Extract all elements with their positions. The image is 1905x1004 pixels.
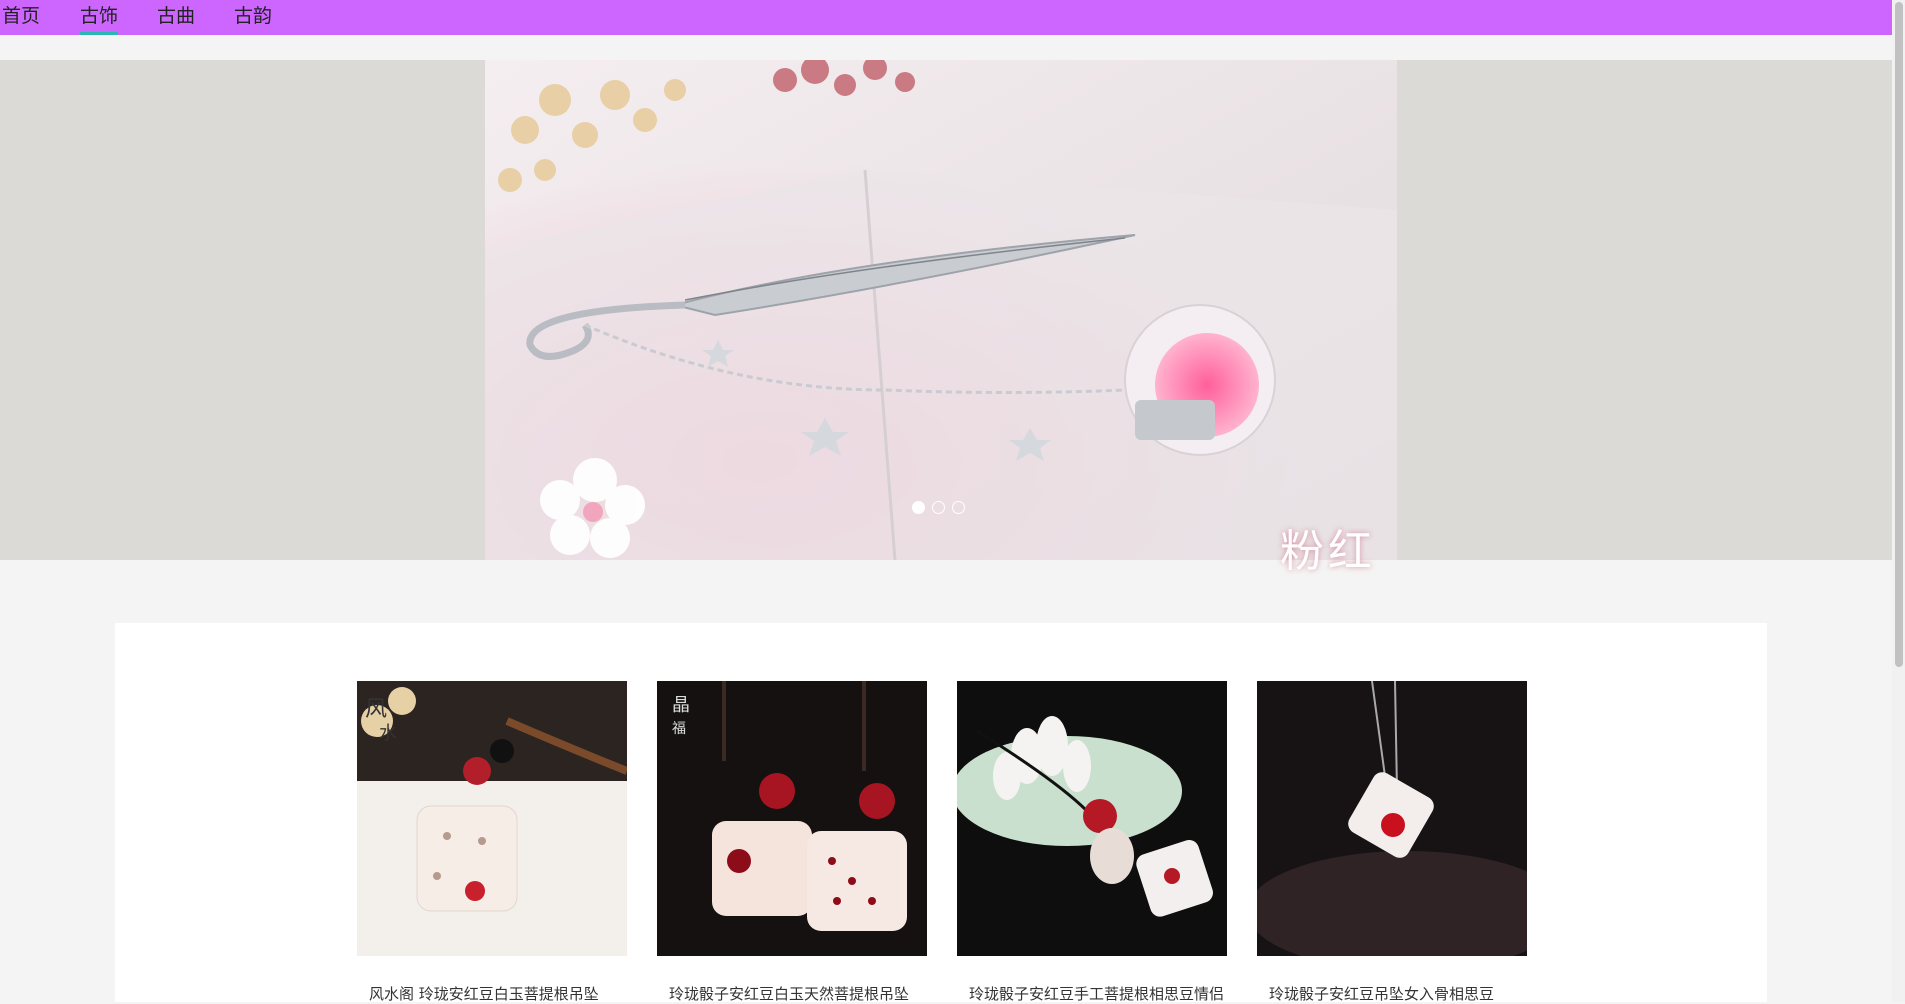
- slide-caption: 粉红: [1280, 526, 1376, 577]
- scrollbar-thumb[interactable]: [1895, 2, 1903, 667]
- nav-item-music[interactable]: 古曲: [157, 0, 195, 35]
- product-image[interactable]: [957, 681, 1227, 956]
- ceramic-flower-pendant-photo: [957, 681, 1227, 956]
- nav-item-charm[interactable]: 古韵: [234, 0, 272, 35]
- svg-text:晶: 晶: [672, 695, 690, 716]
- product-title[interactable]: 玲珑骰子安红豆白玉天然菩提根吊坠: [657, 983, 927, 1004]
- product-card[interactable]: 玲珑骰子安红豆手工菩提根相思豆情侣: [957, 681, 1227, 1004]
- nav-item-ornaments[interactable]: 古饰: [80, 0, 119, 35]
- product-title[interactable]: 玲珑骰子安红豆手工菩提根相思豆情侣: [957, 983, 1227, 1004]
- product-card[interactable]: 风 水 风水阁 玲珑安红豆白玉菩提根吊坠: [357, 681, 627, 1004]
- product-card[interactable]: 玲珑骰子安红豆吊坠女入骨相思豆: [1257, 681, 1527, 1004]
- feather-bookmark-illustration: [485, 60, 1397, 560]
- product-image[interactable]: 晶 福: [657, 681, 927, 956]
- nav-item-label: 古曲: [157, 5, 196, 27]
- svg-text:福: 福: [672, 721, 686, 737]
- product-title[interactable]: 风水阁 玲珑安红豆白玉菩提根吊坠: [357, 983, 627, 1004]
- nav-item-label: 古饰: [80, 5, 119, 27]
- nav-item-label: 首页: [2, 5, 41, 27]
- product-image[interactable]: 风 水: [357, 681, 627, 956]
- nav-item-label: 古韵: [234, 5, 273, 27]
- two-dice-pendants-photo: 晶 福: [657, 681, 927, 956]
- carousel-dot-3[interactable]: [952, 501, 965, 514]
- svg-text:风: 风: [365, 697, 387, 722]
- carousel-dot-2[interactable]: [932, 501, 945, 514]
- chain-dice-pendant-photo: [1257, 681, 1527, 956]
- nav-item-home[interactable]: 首页: [2, 0, 40, 35]
- carousel-dot-1[interactable]: [912, 501, 925, 514]
- vertical-scrollbar[interactable]: [1892, 0, 1905, 1002]
- nav-spacer: [0, 35, 1892, 60]
- dice-pendant-photo: 风 水: [357, 681, 627, 956]
- product-card[interactable]: 晶 福 玲珑骰子安红豆白玉天然菩提根吊坠: [657, 681, 927, 1004]
- svg-text:水: 水: [379, 723, 397, 744]
- banner-slide-image[interactable]: [485, 60, 1397, 560]
- product-image[interactable]: [1257, 681, 1527, 956]
- top-nav: 首页 古饰 古曲 古韵: [0, 0, 1892, 35]
- product-title[interactable]: 玲珑骰子安红豆吊坠女入骨相思豆: [1257, 983, 1527, 1004]
